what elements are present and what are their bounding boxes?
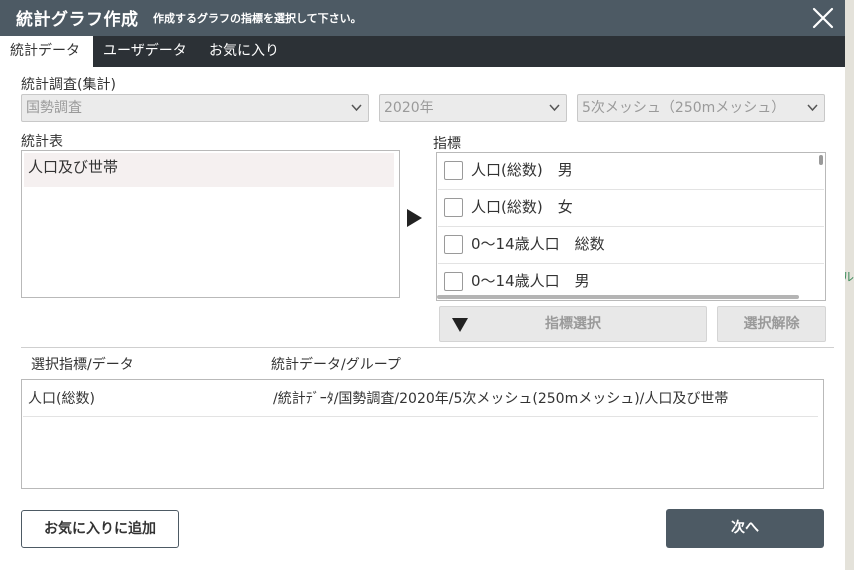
tab-statistics-data[interactable]: 統計データ [0,36,93,67]
mesh-select[interactable]: 5次メッシュ（250mメッシュ） [577,94,825,122]
indicator-row[interactable]: 人口(総数) 男 [438,153,824,190]
dialog-titlebar: 統計グラフ作成 作成するグラフの指標を選択して下さい。 [0,0,845,36]
deselect-button[interactable]: 選択解除 [717,306,826,342]
arrow-right-icon [407,209,422,227]
selected-indicator-cell: 人口(総数) [28,391,95,407]
list-item[interactable]: 人口及び世帯 [24,153,394,187]
horizontal-scrollbar[interactable] [437,295,799,299]
table-row[interactable]: 人口(総数) /統計ﾃﾞｰﾀ/国勢調査/2020年/5次メッシュ(250mメッシ… [23,381,818,417]
indicator-row[interactable]: 人口(総数) 女 [438,190,824,227]
select-indicator-button[interactable]: 指標選択 [439,306,707,342]
checkbox[interactable] [444,198,463,217]
divider [21,347,834,348]
indicator-row-label: 0～14歳人口 総数 [471,235,605,253]
indicator-row-label: 人口(総数) 男 [471,161,573,179]
selected-indicator-header: 選択指標/データ [31,357,134,373]
indicator-list: 人口(総数) 男 人口(総数) 女 0～14歳人口 総数 0～14歳人口 男 [436,152,826,301]
statistics-group-cell: /統計ﾃﾞｰﾀ/国勢調査/2020年/5次メッシュ(250mメッシュ)/人口及び… [273,391,729,407]
mesh-select-value: 5次メッシュ（250mメッシュ） [582,100,786,116]
year-select[interactable]: 2020年 [379,94,567,122]
survey-label: 統計調査(集計) [21,77,116,93]
add-favorite-button[interactable]: お気に入りに追加 [21,510,179,548]
year-select-value: 2020年 [384,100,434,116]
checkbox[interactable] [444,235,463,254]
survey-select[interactable]: 国勢調査 [21,94,369,122]
tab-bar: 統計データ ユーザデータ お気に入り [0,36,845,67]
map-edge [844,0,854,570]
statistics-group-header: 統計データ/グループ [271,357,401,373]
survey-select-value: 国勢調査 [26,100,82,116]
deselect-label: 選択解除 [743,316,800,332]
chevron-down-icon [549,95,560,130]
chevron-down-icon [807,95,818,130]
tab-favorites[interactable]: お気に入り [199,36,289,67]
vertical-scrollbar[interactable] [819,155,823,165]
select-indicator-label: 指標選択 [545,316,601,332]
selected-indicators-table: 人口(総数) /統計ﾃﾞｰﾀ/国勢調査/2020年/5次メッシュ(250mメッシ… [21,379,824,489]
dialog-title: 統計グラフ作成 [16,10,139,30]
next-button[interactable]: 次へ [666,509,824,548]
indicator-row[interactable]: 0～14歳人口 総数 [438,227,824,264]
stat-table-label: 統計表 [21,134,63,150]
indicator-row-label: 0～14歳人口 男 [471,272,590,290]
checkbox[interactable] [444,272,463,291]
stat-table-list: 人口及び世帯 [21,150,400,298]
indicator-row-label: 人口(総数) 女 [471,198,573,216]
chevron-down-icon [351,95,362,130]
close-icon[interactable] [809,4,837,32]
indicator-label: 指標 [433,136,461,152]
chart-creation-dialog: 統計グラフ作成 作成するグラフの指標を選択して下さい。 統計データ ユーザデータ… [0,0,845,570]
checkbox[interactable] [444,161,463,180]
triangle-down-icon [452,318,468,332]
dialog-subtitle: 作成するグラフの指標を選択して下さい。 [153,12,362,25]
tab-user-data[interactable]: ユーザデータ [93,36,197,67]
